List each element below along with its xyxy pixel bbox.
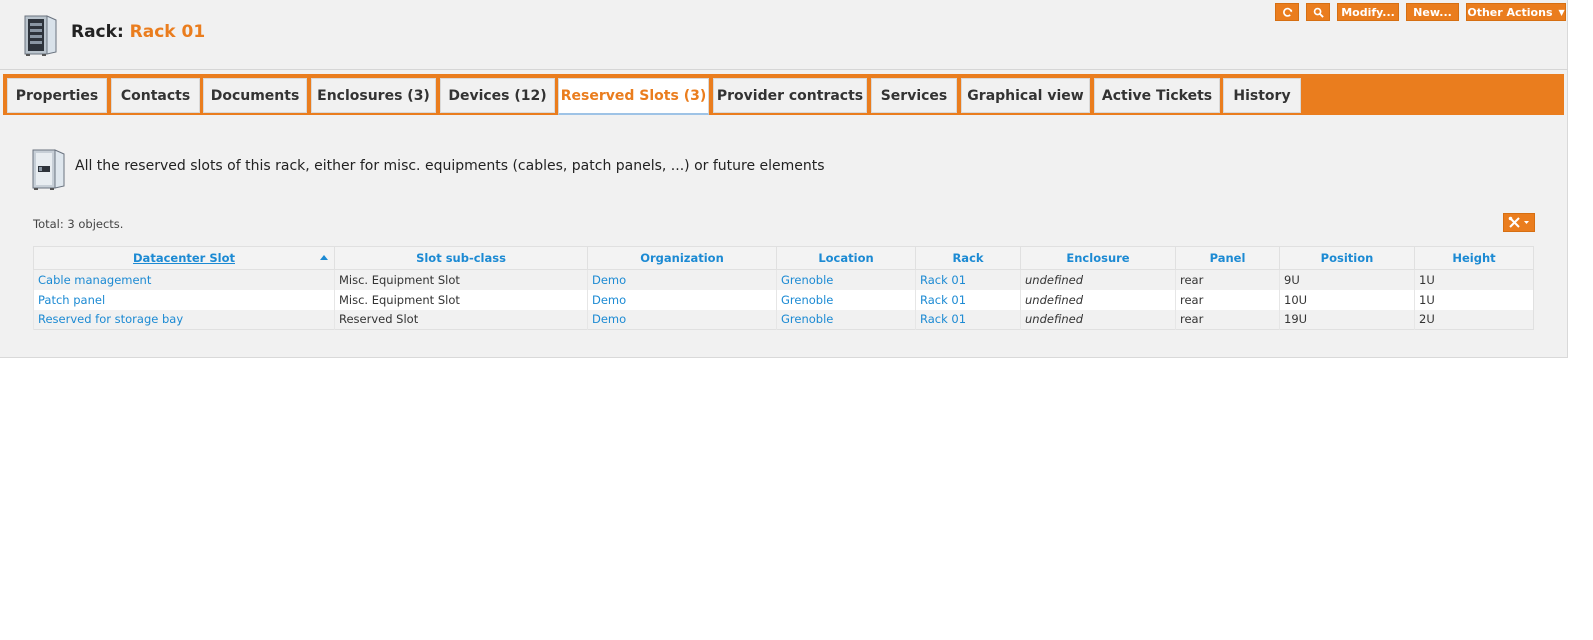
column-header-label: Slot sub-class xyxy=(416,251,506,265)
location-link[interactable]: Grenoble xyxy=(781,293,833,307)
column-header-label: Position xyxy=(1320,251,1374,265)
header-divider xyxy=(0,69,1568,70)
rack-link[interactable]: Rack 01 xyxy=(920,273,966,287)
panel-cell: rear xyxy=(1175,309,1280,330)
action-toolbar: Modify... New... Other Actions ▼ xyxy=(1275,3,1566,21)
tab-devices[interactable]: Devices (12) xyxy=(440,78,555,113)
column-header-datacenter-slot[interactable]: Datacenter Slot xyxy=(33,246,335,270)
column-header-organization[interactable]: Organization xyxy=(587,246,777,270)
column-header-slot-subclass[interactable]: Slot sub-class xyxy=(334,246,588,270)
tab-graphical-view[interactable]: Graphical view xyxy=(961,78,1090,113)
column-header-rack[interactable]: Rack xyxy=(915,246,1021,270)
column-header-label: Height xyxy=(1452,251,1496,265)
table-row: Patch panel Misc. Equipment Slot Demo Gr… xyxy=(33,289,1534,310)
reserved-slot-icon xyxy=(32,149,65,190)
enclosure-cell: undefined xyxy=(1020,289,1176,310)
organization-link[interactable]: Demo xyxy=(592,312,626,326)
column-header-location[interactable]: Location xyxy=(776,246,916,270)
tab-services[interactable]: Services xyxy=(871,78,957,113)
slot-link[interactable]: Cable management xyxy=(38,273,151,287)
slot-subclass-cell: Misc. Equipment Slot xyxy=(334,269,588,290)
enclosure-cell: undefined xyxy=(1020,269,1176,290)
total-count: Total: 3 objects. xyxy=(33,217,124,231)
position-cell: 10U xyxy=(1279,289,1415,310)
column-header-label: Organization xyxy=(640,251,724,265)
tab-properties[interactable]: Properties xyxy=(7,78,107,113)
tab-description: All the reserved slots of this rack, eit… xyxy=(75,158,825,174)
tab-reserved-slots[interactable]: Reserved Slots (3) xyxy=(558,78,709,115)
position-cell: 19U xyxy=(1279,309,1415,330)
tab-label: Enclosures (3) xyxy=(317,87,430,104)
object-details-panel: Rack: Rack 01 Modify... New... Other Act… xyxy=(0,0,1568,358)
tab-label: History xyxy=(1233,87,1291,104)
new-button-label: New... xyxy=(1413,5,1452,19)
list-tools-button[interactable] xyxy=(1503,213,1535,232)
tab-label: Documents xyxy=(210,87,300,104)
tab-enclosures[interactable]: Enclosures (3) xyxy=(311,78,436,113)
new-button[interactable]: New... xyxy=(1406,3,1459,21)
rack-link[interactable]: Rack 01 xyxy=(920,293,966,307)
location-link[interactable]: Grenoble xyxy=(781,273,833,287)
tab-history[interactable]: History xyxy=(1223,78,1301,113)
table-row: Cable management Misc. Equipment Slot De… xyxy=(33,269,1534,290)
height-cell: 2U xyxy=(1414,309,1534,330)
slot-link[interactable]: Reserved for storage bay xyxy=(38,312,183,326)
tab-active-tickets[interactable]: Active Tickets xyxy=(1094,78,1220,113)
tab-label: Reserved Slots (3) xyxy=(560,88,707,104)
column-header-panel[interactable]: Panel xyxy=(1175,246,1280,270)
page-title: Rack: Rack 01 xyxy=(71,22,205,42)
slot-subclass-cell: Misc. Equipment Slot xyxy=(334,289,588,310)
location-link[interactable]: Grenoble xyxy=(781,312,833,326)
chevron-down-icon: ▼ xyxy=(1558,7,1565,17)
column-header-position[interactable]: Position xyxy=(1279,246,1415,270)
panel-cell: rear xyxy=(1175,289,1280,310)
column-header-label: Datacenter Slot xyxy=(133,251,235,265)
reserved-slots-table: Datacenter Slot Slot sub-class Organizat… xyxy=(33,246,1534,330)
slot-link[interactable]: Patch panel xyxy=(38,293,105,307)
tab-label: Services xyxy=(880,87,948,104)
table-row: Reserved for storage bay Reserved Slot D… xyxy=(33,309,1534,330)
modify-button[interactable]: Modify... xyxy=(1337,3,1399,21)
rack-link[interactable]: Rack 01 xyxy=(920,312,966,326)
column-header-label: Location xyxy=(818,251,874,265)
refresh-button[interactable] xyxy=(1275,3,1299,21)
panel-cell: rear xyxy=(1175,269,1280,290)
refresh-icon xyxy=(1282,7,1292,17)
enclosure-cell: undefined xyxy=(1020,309,1176,330)
tab-label: Graphical view xyxy=(967,87,1084,104)
tab-bar: Properties Contacts Documents Enclosures… xyxy=(3,74,1564,115)
tab-documents[interactable]: Documents xyxy=(203,78,307,113)
object-name: Rack 01 xyxy=(129,22,206,42)
tab-label: Active Tickets xyxy=(1101,87,1213,104)
column-header-label: Enclosure xyxy=(1066,251,1130,265)
rack-icon xyxy=(24,15,57,56)
position-cell: 9U xyxy=(1279,269,1415,290)
tab-provider-contracts[interactable]: Provider contracts xyxy=(713,78,867,113)
height-cell: 1U xyxy=(1414,289,1534,310)
column-header-label: Panel xyxy=(1209,251,1246,265)
height-cell: 1U xyxy=(1414,269,1534,290)
other-actions-label: Other Actions xyxy=(1467,5,1553,19)
table-header-row: Datacenter Slot Slot sub-class Organizat… xyxy=(33,246,1534,270)
object-class-label: Rack: xyxy=(71,22,124,42)
sort-ascending-icon xyxy=(320,255,328,260)
search-button[interactable] xyxy=(1306,3,1330,21)
tab-label: Contacts xyxy=(120,87,191,104)
slot-subclass-cell: Reserved Slot xyxy=(334,309,588,330)
tab-contacts[interactable]: Contacts xyxy=(111,78,200,113)
organization-link[interactable]: Demo xyxy=(592,293,626,307)
page-header: Rack: Rack 01 Modify... New... Other Act… xyxy=(0,0,1568,70)
organization-link[interactable]: Demo xyxy=(592,273,626,287)
search-icon xyxy=(1313,7,1324,18)
tab-label: Provider contracts xyxy=(716,87,864,104)
tab-label: Properties xyxy=(15,87,99,104)
modify-button-label: Modify... xyxy=(1341,5,1395,19)
column-header-enclosure[interactable]: Enclosure xyxy=(1020,246,1176,270)
column-header-label: Rack xyxy=(952,251,984,265)
tools-icon xyxy=(1508,216,1529,228)
tab-label: Devices (12) xyxy=(448,87,547,104)
other-actions-button[interactable]: Other Actions ▼ xyxy=(1466,3,1566,21)
column-header-height[interactable]: Height xyxy=(1414,246,1534,270)
